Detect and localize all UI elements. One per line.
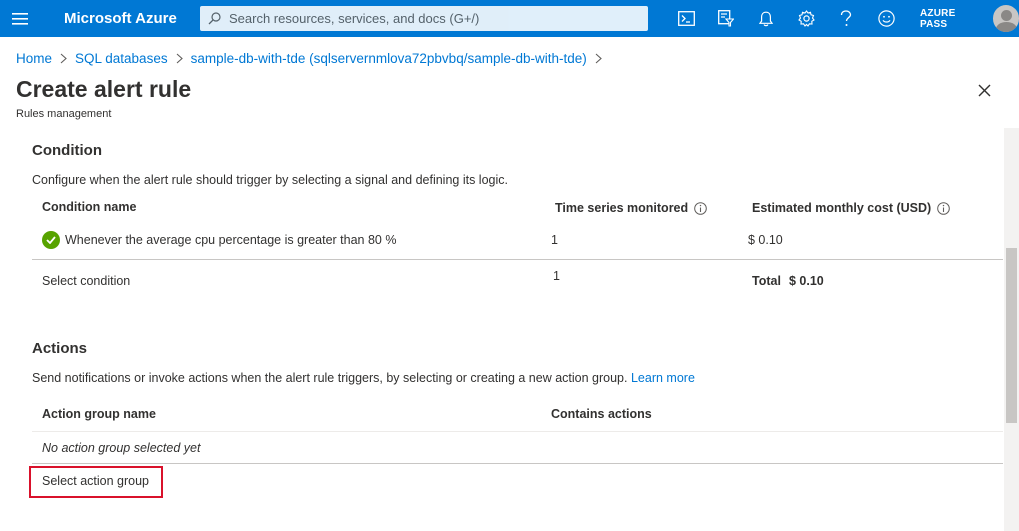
breadcrumb-sql-databases[interactable]: SQL databases [75, 51, 168, 66]
condition-cost-value: $ 0.10 [748, 233, 783, 247]
table-divider [32, 431, 1003, 432]
scrollbar-thumb[interactable] [1006, 248, 1017, 423]
empty-action-group-text: No action group selected yet [42, 441, 201, 455]
global-search-box[interactable] [200, 6, 648, 31]
action-group-name-header: Action group name [42, 407, 156, 421]
condition-time-series-value: 1 [551, 233, 558, 247]
total-label: Total [752, 274, 781, 288]
brand-title[interactable]: Microsoft Azure [64, 10, 177, 27]
topbar-icons [666, 0, 906, 37]
directory-filter-icon[interactable] [706, 0, 746, 37]
check-circle-icon [42, 231, 60, 249]
cloud-shell-icon[interactable] [666, 0, 706, 37]
condition-description: Configure when the alert rule should tri… [32, 173, 508, 187]
page-title: Create alert rule [16, 76, 192, 102]
select-condition-link[interactable]: Select condition [42, 274, 130, 288]
settings-icon[interactable] [786, 0, 826, 37]
breadcrumb: Home SQL databases sample-db-with-tde (s… [16, 49, 610, 67]
total-time-series-value: 1 [553, 269, 560, 283]
info-icon[interactable] [694, 201, 707, 215]
menu-icon[interactable] [0, 0, 40, 37]
feedback-icon[interactable] [866, 0, 906, 37]
condition-name-header: Condition name [42, 200, 137, 214]
condition-section-title: Condition [32, 142, 102, 159]
condition-name-link[interactable]: Whenever the average cpu percentage is g… [65, 233, 396, 247]
time-series-header-label: Time series monitored [555, 201, 689, 215]
chevron-right-icon [595, 53, 602, 64]
time-series-header: Time series monitored [555, 201, 707, 215]
estimated-cost-header: Estimated monthly cost (USD) [752, 201, 950, 215]
vertical-scrollbar[interactable] [1004, 128, 1019, 531]
chevron-right-icon [60, 53, 67, 64]
total-cost-value: $ 0.10 [789, 274, 824, 288]
info-icon[interactable] [937, 201, 950, 215]
help-icon[interactable] [826, 0, 866, 37]
learn-more-link[interactable]: Learn more [631, 371, 695, 385]
top-navigation-bar: Microsoft Azure AZURE PASS [0, 0, 1019, 37]
select-action-group-link[interactable]: Select action group [42, 474, 149, 488]
contains-actions-header: Contains actions [551, 407, 652, 421]
table-divider [32, 259, 1003, 260]
search-icon [208, 12, 221, 25]
actions-description-text: Send notifications or invoke actions whe… [32, 371, 628, 385]
avatar[interactable] [992, 5, 1019, 32]
account-menu[interactable]: AZURE PASS [920, 0, 1019, 37]
estimated-cost-header-label: Estimated monthly cost (USD) [752, 201, 932, 215]
account-label: AZURE PASS [920, 7, 956, 30]
chevron-right-icon [176, 53, 183, 64]
search-input[interactable] [229, 11, 648, 26]
close-icon[interactable] [974, 80, 994, 100]
breadcrumb-database[interactable]: sample-db-with-tde (sqlservernmlova72pbv… [191, 51, 587, 66]
table-divider [32, 463, 1003, 464]
actions-description: Send notifications or invoke actions whe… [32, 371, 695, 385]
page-subtitle: Rules management [16, 108, 112, 120]
notifications-icon[interactable] [746, 0, 786, 37]
breadcrumb-home[interactable]: Home [16, 51, 52, 66]
actions-section-title: Actions [32, 340, 88, 357]
